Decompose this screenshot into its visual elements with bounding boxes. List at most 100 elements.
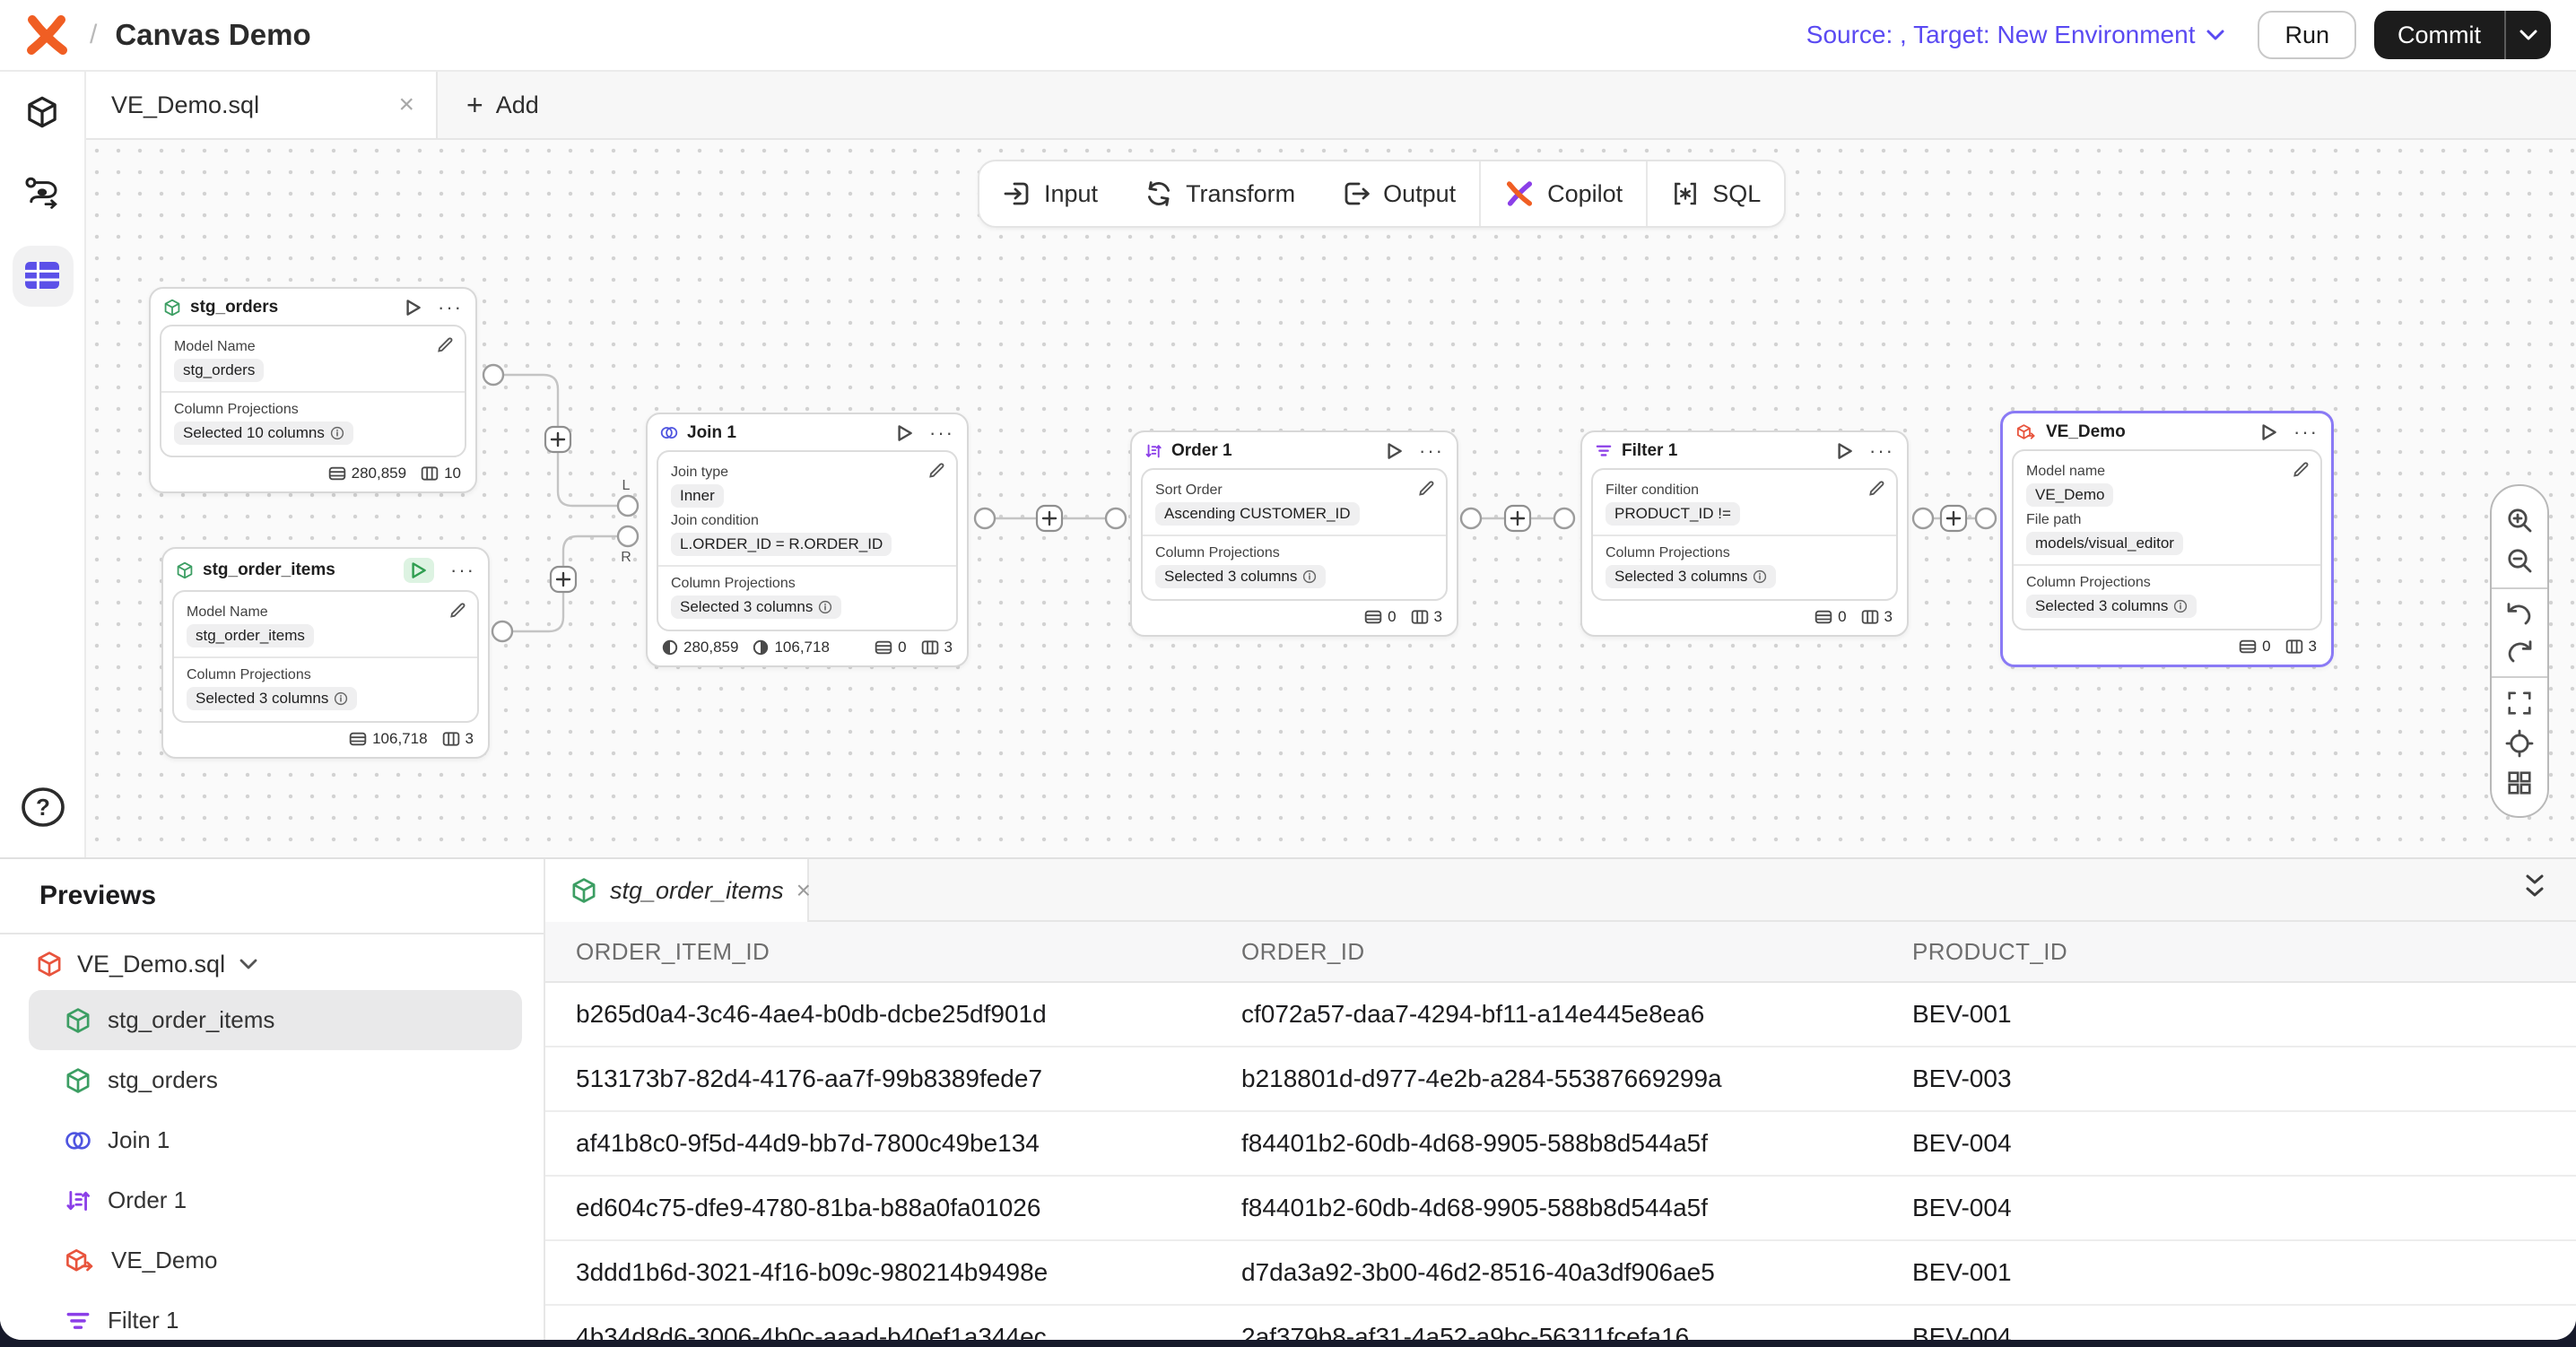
- app-logo-icon[interactable]: [25, 15, 68, 55]
- field-value-chip[interactable]: Selected 3 columns: [1155, 565, 1326, 588]
- tree-item-order-1[interactable]: Order 1: [29, 1170, 522, 1230]
- tree-item-filter-1[interactable]: Filter 1: [29, 1291, 522, 1340]
- join-left-input-port[interactable]: [618, 496, 638, 516]
- field-value-chip[interactable]: Selected 3 columns: [671, 595, 841, 619]
- zoom-out-icon[interactable]: [2505, 546, 2534, 575]
- output-port[interactable]: [483, 365, 503, 385]
- output-port[interactable]: [1913, 508, 1933, 528]
- fullscreen-icon[interactable]: [2506, 690, 2533, 717]
- tree-root-ve-demo-sql[interactable]: VE_Demo.sql: [0, 938, 544, 990]
- node-filter-1[interactable]: Filter 1 ··· Filter condition PRODUCT_ID…: [1580, 430, 1909, 637]
- output-port[interactable]: [975, 508, 995, 528]
- help-icon[interactable]: ?: [20, 786, 66, 836]
- chevron-down-icon[interactable]: [239, 959, 257, 969]
- close-icon[interactable]: ×: [398, 91, 414, 118]
- undo-icon[interactable]: [2505, 601, 2534, 626]
- pipeline-canvas[interactable]: L R InputTransformOutputCopilotSQL stg_o…: [86, 140, 2576, 857]
- field-value-chip[interactable]: PRODUCT_ID !=: [1606, 502, 1740, 526]
- close-icon[interactable]: ×: [796, 878, 811, 903]
- input-port[interactable]: [1106, 508, 1126, 528]
- output-port[interactable]: [1461, 508, 1481, 528]
- field-value-chip[interactable]: L.ORDER_ID = R.ORDER_ID: [671, 533, 892, 556]
- edit-pencil-icon[interactable]: [1417, 479, 1435, 497]
- run-node-button[interactable]: [404, 558, 434, 583]
- column-header-order_id[interactable]: ORDER_ID: [1241, 938, 1912, 966]
- add-node-on-edge-button[interactable]: [1037, 506, 1062, 531]
- column-header-product_id[interactable]: PRODUCT_ID: [1912, 938, 2576, 966]
- output-port[interactable]: [492, 621, 512, 641]
- locate-icon[interactable]: [2505, 729, 2534, 758]
- join-right-input-port[interactable]: [618, 526, 638, 546]
- table-icon[interactable]: [23, 260, 61, 291]
- add-node-on-edge-button[interactable]: [1941, 506, 1966, 531]
- tree-item-join-1[interactable]: Join 1: [29, 1110, 522, 1170]
- node-join-1[interactable]: Join 1 ··· Join type InnerJoin condition…: [646, 413, 969, 667]
- table-row[interactable]: 513173b7-82d4-4176-aa7f-99b8389fede7b218…: [545, 1047, 2576, 1112]
- environment-selector[interactable]: Source: , Target: New Environment: [1806, 21, 2226, 49]
- tree-item-stg_order_items[interactable]: stg_order_items: [29, 990, 522, 1050]
- run-node-button[interactable]: [897, 424, 913, 442]
- field-divider: [174, 656, 477, 658]
- flow-icon[interactable]: [23, 176, 61, 210]
- node-menu-button[interactable]: ···: [1419, 447, 1444, 456]
- node-stg-orders[interactable]: stg_orders ··· Model Name stg_ordersColu…: [149, 287, 477, 493]
- tree-item-ve_demo[interactable]: VE_Demo: [29, 1230, 522, 1291]
- add-node-on-edge-button[interactable]: [551, 567, 576, 592]
- edit-pencil-icon[interactable]: [2292, 460, 2310, 478]
- edit-pencil-icon[interactable]: [1867, 479, 1885, 497]
- add-node-on-edge-button[interactable]: [1505, 506, 1530, 531]
- run-node-button[interactable]: [2261, 423, 2277, 441]
- field-value-chip[interactable]: VE_Demo: [2026, 483, 2113, 507]
- table-row[interactable]: b265d0a4-3c46-4ae4-b0db-dcbe25df901dcf07…: [545, 983, 2576, 1047]
- redo-icon[interactable]: [2505, 639, 2534, 664]
- node-menu-button[interactable]: ···: [438, 303, 463, 312]
- run-node-button[interactable]: [405, 299, 422, 317]
- field-value-chip[interactable]: Selected 10 columns: [174, 421, 353, 445]
- node-menu-button[interactable]: ···: [1869, 447, 1894, 456]
- edit-pencil-icon[interactable]: [927, 461, 945, 479]
- edit-pencil-icon[interactable]: [436, 335, 454, 353]
- commit-button[interactable]: Commit: [2374, 11, 2504, 59]
- run-node-button[interactable]: [1837, 442, 1853, 460]
- table-row[interactable]: af41b8c0-9f5d-44d9-bb7d-7800c49be134f844…: [545, 1112, 2576, 1177]
- zoom-in-icon[interactable]: [2505, 506, 2534, 534]
- field-value-chip[interactable]: Selected 3 columns: [2026, 595, 2197, 618]
- field-value-chip[interactable]: Selected 3 columns: [1606, 565, 1776, 588]
- add-tab-button[interactable]: + Add: [466, 72, 539, 138]
- node-ve-demo[interactable]: VE_Demo ··· Model name VE_DemoFile path …: [2000, 411, 2334, 667]
- tab-ve-demo-sql[interactable]: VE_Demo.sql ×: [86, 72, 438, 138]
- node-menu-button[interactable]: ···: [450, 566, 475, 575]
- edit-pencil-icon[interactable]: [448, 601, 466, 619]
- input-port[interactable]: [1554, 508, 1574, 528]
- column-header-order_item_id[interactable]: ORDER_ITEM_ID: [576, 938, 1241, 966]
- field-value-chip[interactable]: Inner: [671, 484, 724, 508]
- tree-item-stg_orders[interactable]: stg_orders: [29, 1050, 522, 1110]
- add-node-on-edge-button[interactable]: [545, 427, 570, 452]
- toolbar-item-sql[interactable]: SQL: [1648, 161, 1784, 226]
- commit-menu-button[interactable]: [2504, 11, 2551, 59]
- run-node-button[interactable]: [1387, 442, 1403, 460]
- toolbar-item-transform[interactable]: Transform: [1121, 161, 1318, 226]
- node-order-1[interactable]: Order 1 ··· Sort Order Ascending CUSTOME…: [1130, 430, 1458, 637]
- toolbar-item-input[interactable]: Input: [979, 161, 1121, 226]
- field-value-chip[interactable]: stg_orders: [174, 359, 264, 382]
- preview-tab-stg-order-items[interactable]: stg_order_items ×: [545, 859, 809, 922]
- node-menu-button[interactable]: ···: [929, 429, 954, 438]
- toolbar-item-output[interactable]: Output: [1318, 161, 1479, 226]
- cube-icon[interactable]: [25, 95, 59, 129]
- toolbar-item-copilot[interactable]: Copilot: [1481, 161, 1646, 226]
- grid-layout-icon[interactable]: [2506, 769, 2533, 796]
- table-cell: BEV-001: [1912, 1258, 2576, 1287]
- collapse-panel-icon[interactable]: [2522, 872, 2547, 900]
- field-value-chip[interactable]: Selected 3 columns: [187, 687, 357, 710]
- table-row[interactable]: ed604c75-dfe9-4780-81ba-b88a0fa01026f844…: [545, 1177, 2576, 1241]
- input-port[interactable]: [1976, 508, 1996, 528]
- run-button[interactable]: Run: [2258, 11, 2356, 59]
- field-value-chip[interactable]: Ascending CUSTOMER_ID: [1155, 502, 1360, 526]
- node-stg-order-items[interactable]: stg_order_items ··· Model Name stg_order…: [161, 547, 490, 759]
- table-row[interactable]: 4b34d8d6-3006-4b0c-aaad-b40ef1a344ec2af3…: [545, 1306, 2576, 1340]
- node-menu-button[interactable]: ···: [2293, 428, 2319, 437]
- field-value-chip[interactable]: stg_order_items: [187, 624, 314, 647]
- table-row[interactable]: 3ddd1b6d-3021-4f16-b09c-980214b9498ed7da…: [545, 1241, 2576, 1306]
- field-value-chip[interactable]: models/visual_editor: [2026, 532, 2183, 555]
